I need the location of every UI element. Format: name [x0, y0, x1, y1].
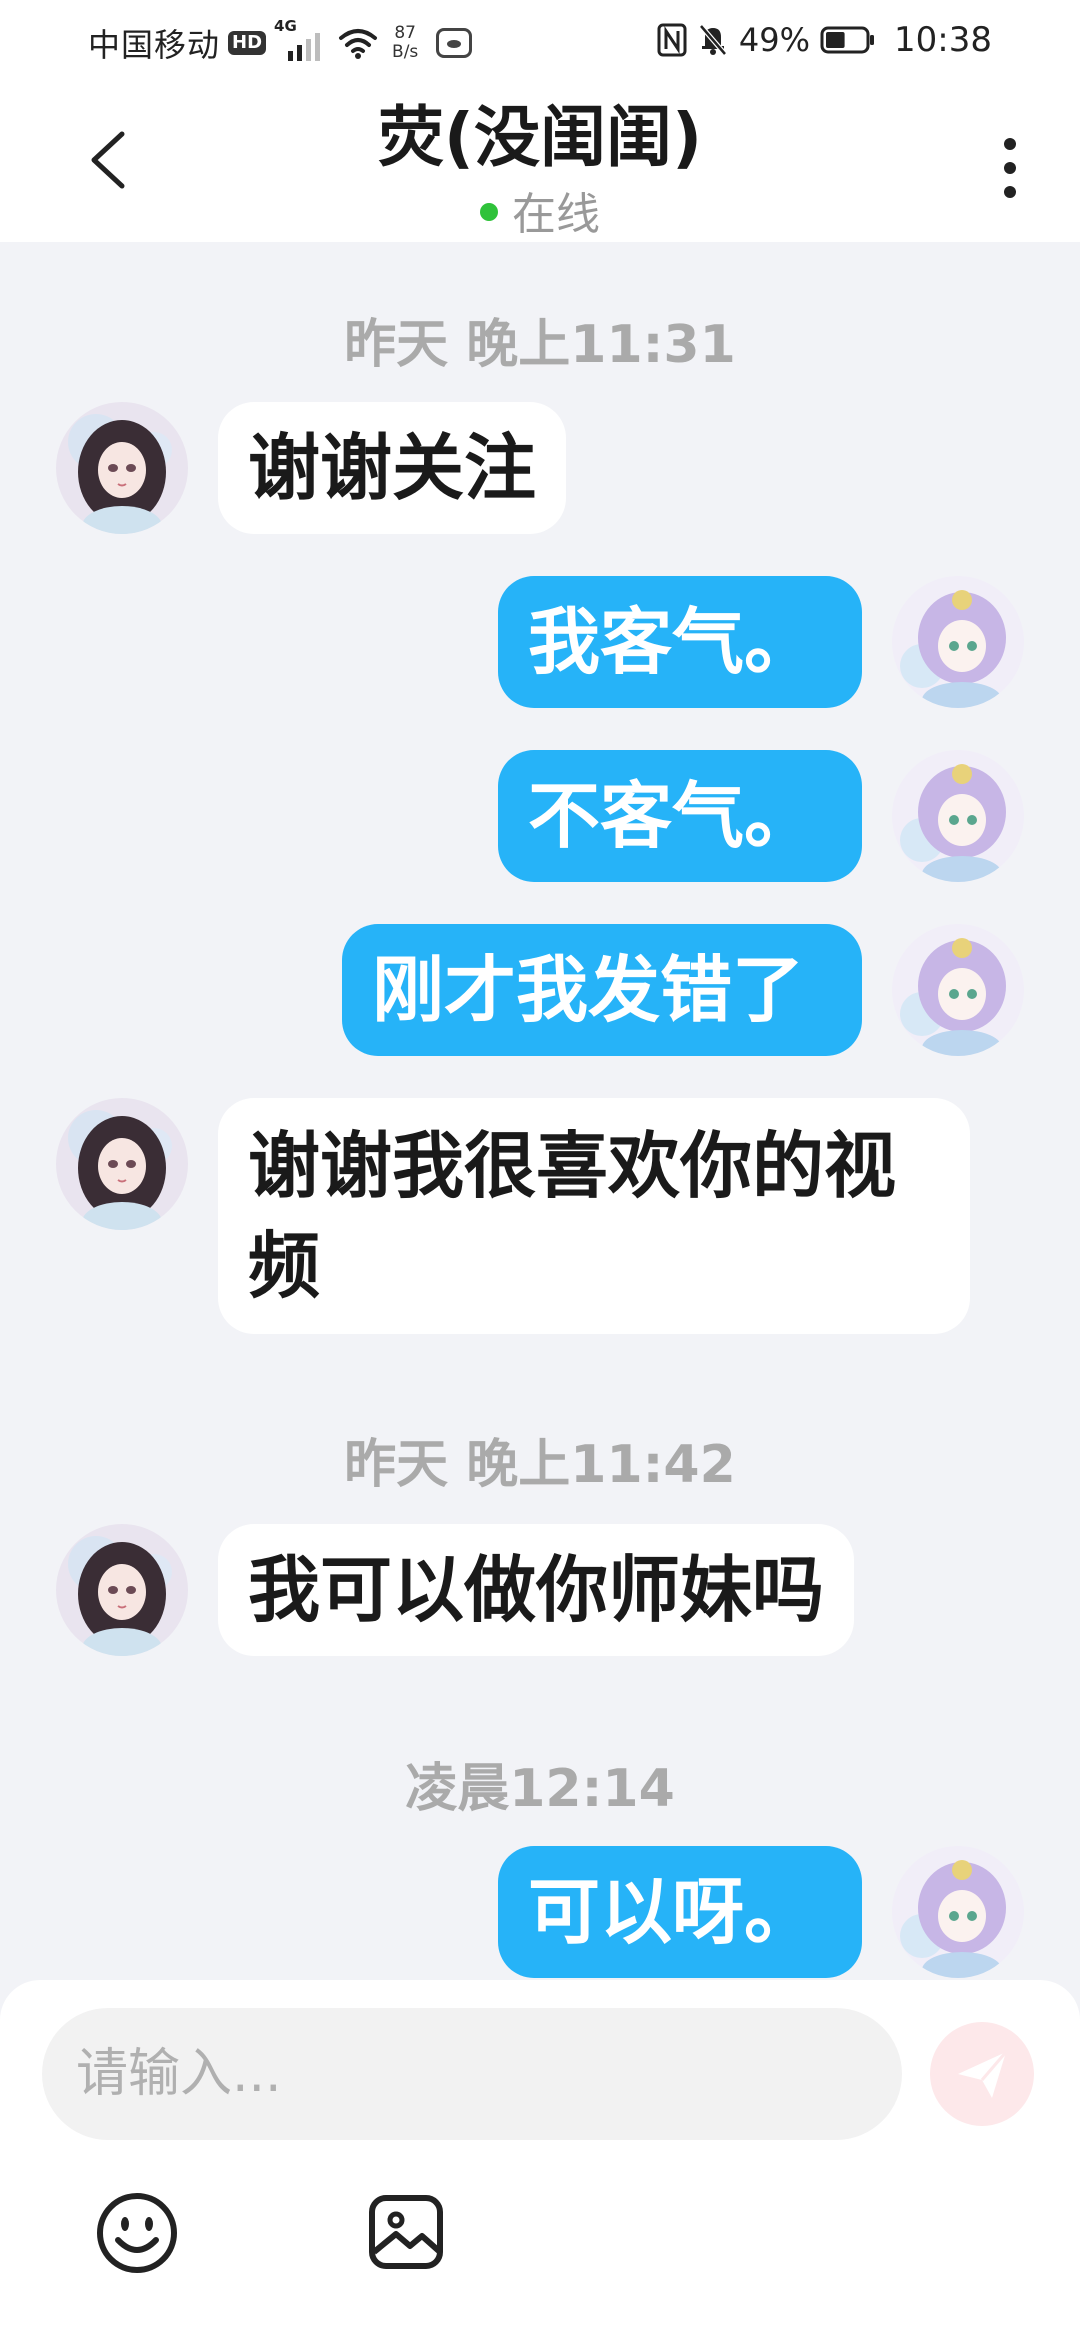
- incoming-message-bubble[interactable]: 谢谢关注: [218, 402, 567, 534]
- incoming-message-bubble[interactable]: 谢谢我很喜欢你的视频: [218, 1098, 970, 1334]
- contact-avatar[interactable]: [56, 402, 188, 534]
- carrier-name: 中国移动: [88, 26, 221, 64]
- network-speed-unit: B/s: [392, 42, 419, 62]
- message-list[interactable]: 昨天 晚上11:31 谢谢关注 我客气。 不客气。 刚才我发错了 谢谢我很喜欢你…: [0, 242, 1080, 1982]
- message-input[interactable]: [42, 2008, 902, 2140]
- wifi-icon: [339, 29, 378, 59]
- outgoing-message-bubble[interactable]: 可以呀。: [498, 1846, 862, 1978]
- my-avatar[interactable]: [892, 750, 1024, 882]
- online-status: 在线: [0, 178, 1080, 242]
- clock: 10:38: [894, 20, 992, 60]
- battery-percentage: 49%: [738, 21, 811, 59]
- mute-bell-icon: [698, 24, 727, 56]
- incoming-message-bubble[interactable]: 我可以做你师妹吗: [218, 1524, 855, 1656]
- contact-avatar[interactable]: [56, 1098, 188, 1230]
- my-avatar[interactable]: [892, 1846, 1024, 1978]
- contact-name: 荧(没闺闺): [377, 99, 703, 176]
- nfc-icon: [657, 23, 687, 57]
- message-timestamp: 昨天 晚上11:31: [344, 315, 736, 375]
- status-right: 49% 10:38: [657, 20, 992, 60]
- message-input-panel: [0, 1980, 1080, 2340]
- cellular-signal-icon: 4G: [274, 17, 330, 63]
- my-avatar[interactable]: [892, 576, 1024, 708]
- status-left: 中国移动 HD 4G 87 B/s: [88, 17, 473, 66]
- app-notification-icon: [436, 28, 473, 58]
- outgoing-message-bubble[interactable]: 我客气。: [498, 576, 862, 708]
- contact-avatar[interactable]: [56, 1524, 188, 1656]
- network-speed: 87 B/s: [392, 24, 418, 62]
- online-status-text: 在线: [512, 189, 600, 240]
- outgoing-message-bubble[interactable]: 不客气。: [498, 750, 862, 882]
- hd-badge: HD: [228, 31, 267, 55]
- message-timestamp: 昨天 晚上11:42: [344, 1435, 736, 1495]
- image-icon[interactable]: [366, 2192, 446, 2272]
- message-timestamp: 凌晨12:14: [405, 1759, 675, 1819]
- chat-header: 荧(没闺闺) 在线: [0, 82, 1080, 242]
- battery-icon: [820, 26, 875, 54]
- send-button[interactable]: [930, 2022, 1034, 2126]
- smiley-icon[interactable]: [94, 2190, 180, 2276]
- paper-plane-icon: [958, 2051, 1008, 2098]
- status-bar: 中国移动 HD 4G 87 B/s 49% 10:38: [0, 0, 1080, 82]
- outgoing-message-bubble[interactable]: 刚才我发错了: [342, 924, 862, 1056]
- online-dot-icon: [480, 203, 498, 221]
- top-bar: 中国移动 HD 4G 87 B/s 49% 10:38 荧(没闺闺) 在线: [0, 0, 1080, 242]
- more-options-icon[interactable]: [998, 134, 1022, 202]
- chat-screen: 中国移动 HD 4G 87 B/s 49% 10:38 荧(没闺闺) 在线 昨天…: [0, 0, 1080, 2340]
- my-avatar[interactable]: [892, 924, 1024, 1056]
- network-speed-value: 87: [394, 23, 416, 43]
